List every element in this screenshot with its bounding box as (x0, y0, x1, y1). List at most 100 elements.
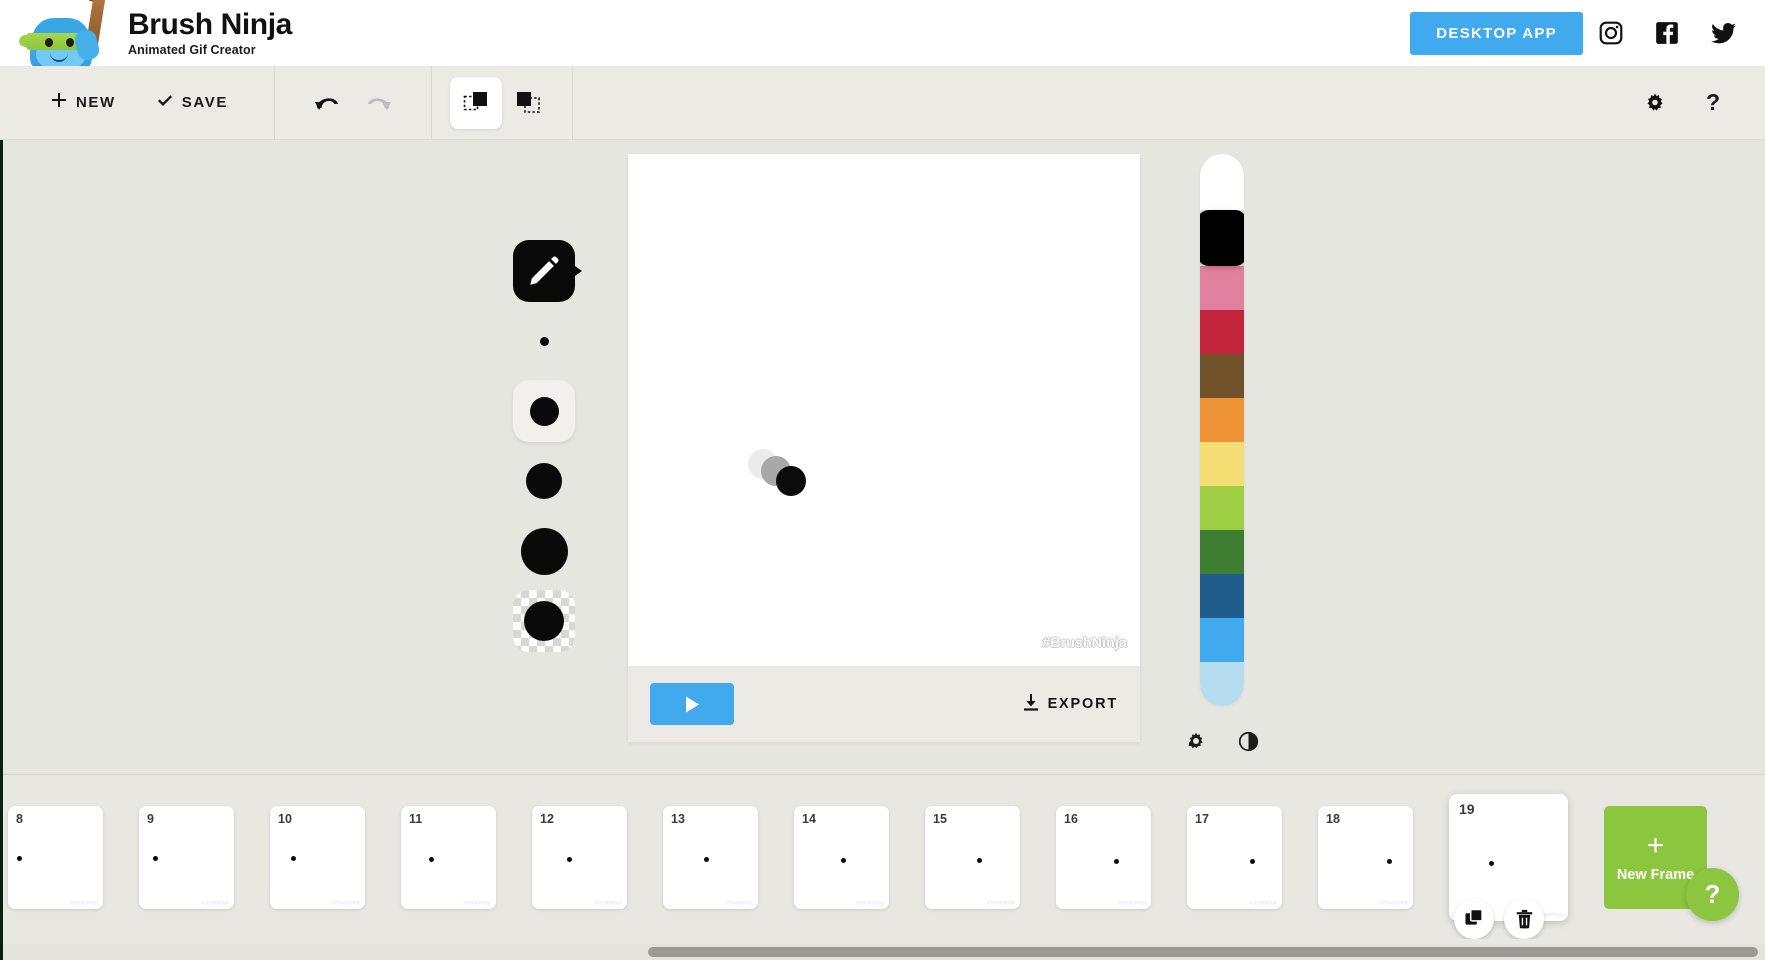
swatch-blue[interactable] (1200, 618, 1244, 662)
app-header: Brush Ninja Animated Gif Creator DESKTOP… (0, 0, 1765, 66)
frame-actions (1454, 898, 1544, 939)
frame-watermark: #BrushNinja (201, 899, 229, 905)
check-icon (156, 92, 174, 114)
frame-watermark: #BrushNinja (725, 899, 753, 905)
editor-toolbar: NEW SAVE ? (0, 65, 1765, 140)
tool-column (513, 240, 582, 652)
gear-icon[interactable] (1633, 81, 1677, 125)
frame-stroke-dot (841, 857, 846, 863)
frame-thumbnail[interactable]: 13 #BrushNinja (663, 805, 758, 909)
onion-skin-after-icon[interactable] (502, 77, 554, 129)
frame-thumbnail-selected[interactable]: 19 #BrushNinja (1449, 793, 1568, 939)
color-palette-wrap (1188, 154, 1258, 754)
swatch-green[interactable] (1200, 530, 1244, 574)
frame-number: 14 (802, 811, 816, 826)
left-edge-strip (0, 140, 3, 960)
brush-dot (524, 601, 564, 641)
frames-strip[interactable]: 8 #BrushNinja 9 #BrushNinja 10 #BrushNin… (0, 774, 1765, 939)
frame-number: 10 (278, 811, 292, 826)
mascot-eye-right (66, 38, 74, 47)
save-button-label: SAVE (181, 94, 228, 111)
new-frame-label: New Frame (1616, 867, 1695, 883)
brush-size-large[interactable] (513, 520, 575, 582)
scrollbar-thumb[interactable] (648, 947, 1758, 957)
brush-size-extra-small[interactable] (513, 310, 575, 372)
new-button-label: NEW (76, 94, 116, 111)
ninja-mascot-logo[interactable] (14, 0, 110, 66)
swatch-brown[interactable] (1200, 354, 1244, 398)
frame-number: 15 (933, 811, 947, 826)
canvas-watermark: #BrushNinja (1042, 634, 1127, 650)
frame-number: 16 (1064, 811, 1078, 826)
frame-thumbnail[interactable]: 9 #BrushNinja (139, 805, 234, 909)
app-subtitle: Animated Gif Creator (128, 43, 256, 58)
header-actions: DESKTOP APP (1410, 5, 1765, 61)
frame-thumbnail[interactable]: 8 #BrushNinja (8, 805, 103, 909)
export-button[interactable]: EXPORT (1023, 693, 1118, 715)
frame-watermark: #BrushNinja (332, 899, 360, 905)
swatch-red[interactable] (1200, 310, 1244, 354)
frame-watermark: #BrushNinja (594, 899, 622, 905)
swatch-black[interactable] (1200, 210, 1244, 266)
app-title: Brush Ninja (128, 7, 292, 41)
new-button[interactable]: NEW (30, 66, 136, 140)
frame-thumbnail[interactable]: 12 #BrushNinja (532, 805, 627, 909)
download-icon (1023, 693, 1039, 715)
undo-arrow-icon[interactable] (301, 77, 353, 129)
help-fab-button[interactable]: ? (1686, 868, 1739, 921)
instagram-icon[interactable] (1583, 5, 1639, 61)
swatch-lime[interactable] (1200, 486, 1244, 530)
brush-size-medium[interactable] (513, 450, 575, 512)
plus-icon (50, 92, 68, 114)
frame-thumbnail[interactable]: 17 #BrushNinja (1187, 805, 1282, 909)
brush-size-eraser[interactable] (513, 590, 575, 652)
frame-stroke-dot (567, 856, 572, 862)
brush-dot (520, 527, 568, 575)
redo-arrow-icon[interactable] (353, 77, 405, 129)
onion-skin-before-icon[interactable] (449, 76, 502, 129)
frame-stroke-dot (153, 855, 158, 861)
duplicate-frame-icon[interactable] (1454, 898, 1494, 939)
drawing-canvas[interactable]: #BrushNinja (628, 154, 1140, 666)
frame-thumbnail[interactable]: 18 #BrushNinja (1318, 805, 1413, 909)
frame-number: 13 (671, 811, 685, 826)
toolbar-group-onion-skin (432, 65, 573, 140)
brand-block[interactable]: Brush Ninja Animated Gif Creator (128, 9, 292, 58)
export-button-label: EXPORT (1047, 696, 1118, 712)
contrast-icon[interactable] (1235, 728, 1261, 754)
facebook-icon[interactable] (1639, 5, 1695, 61)
toolbar-group-file: NEW SAVE (0, 65, 275, 140)
frame-watermark: #BrushNinja (1249, 899, 1277, 905)
frame-watermark: #BrushNinja (1118, 899, 1146, 905)
frame-thumbnail[interactable]: 14 #BrushNinja (794, 805, 889, 909)
frame-stroke-dot (977, 857, 982, 863)
frame-watermark: #BrushNinja (70, 899, 98, 905)
frame-stroke-dot (17, 855, 22, 861)
brush-size-small[interactable] (513, 380, 575, 442)
pencil-icon[interactable] (513, 240, 582, 302)
swatch-pink[interactable] (1200, 266, 1244, 310)
swatch-orange[interactable] (1200, 398, 1244, 442)
frame-thumbnail[interactable]: 11 #BrushNinja (401, 805, 496, 909)
editor-workspace: #BrushNinja EXPORT (0, 140, 1765, 774)
desktop-app-button[interactable]: DESKTOP APP (1410, 11, 1583, 55)
play-triangle-icon[interactable] (650, 683, 734, 725)
trash-icon[interactable] (1504, 898, 1544, 939)
swatch-yellow[interactable] (1200, 442, 1244, 486)
frame-thumbnail[interactable]: 15 #BrushNinja (925, 805, 1020, 909)
horizontal-scrollbar[interactable] (0, 944, 1765, 960)
frame-stroke-dot (1250, 858, 1255, 864)
brush-dot (539, 336, 549, 346)
question-mark-icon[interactable]: ? (1691, 81, 1735, 125)
canvas-panel: #BrushNinja EXPORT (628, 154, 1140, 742)
frame-thumbnail[interactable]: 16 #BrushNinja (1056, 805, 1151, 909)
color-settings-icon[interactable] (1183, 728, 1209, 754)
color-palette (1200, 154, 1244, 706)
frame-stroke-dot (1387, 858, 1392, 864)
twitter-icon[interactable] (1695, 5, 1751, 61)
save-button[interactable]: SAVE (136, 66, 248, 140)
swatch-light-blue[interactable] (1200, 662, 1244, 706)
frame-thumbnail[interactable]: 10 #BrushNinja (270, 805, 365, 909)
swatch-dark-blue[interactable] (1200, 574, 1244, 618)
swatch-white[interactable] (1200, 154, 1244, 210)
